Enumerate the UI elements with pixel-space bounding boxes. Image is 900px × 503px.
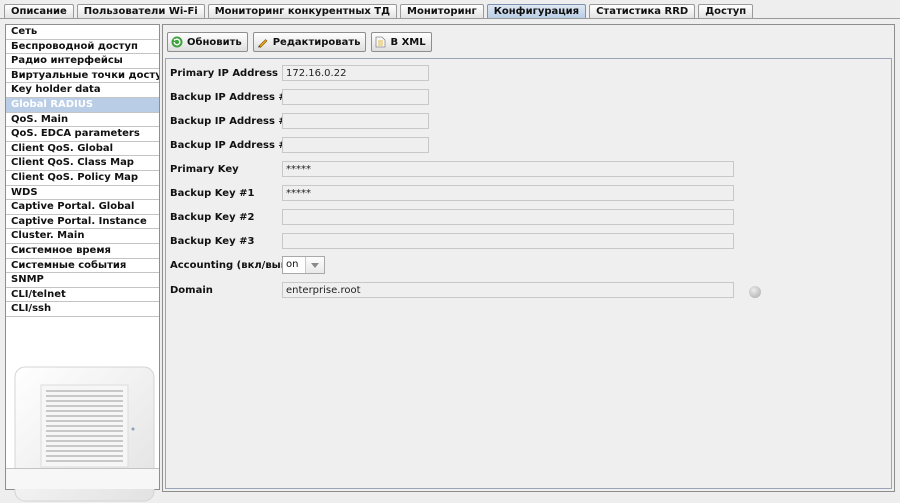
backup-key2-field[interactable] [282, 209, 734, 225]
primary-ip-field[interactable]: 172.16.0.22 [282, 65, 429, 81]
tab-divider [0, 18, 900, 19]
primary-key-field[interactable]: ***** [282, 161, 734, 177]
sidebar-item-captive-portal-instance[interactable]: Captive Portal. Instance [6, 215, 159, 230]
radius-settings-form: Primary IP Address 172.16.0.22 Backup IP… [165, 58, 892, 489]
sidebar-item-cli-telnet[interactable]: CLI/telnet [6, 288, 159, 303]
accounting-row: Accounting (вкл/выкл) on [170, 256, 325, 274]
sidebar-item-snmp[interactable]: SNMP [6, 273, 159, 288]
edit-button-label: Редактировать [272, 36, 361, 48]
backup-key3-field[interactable] [282, 233, 734, 249]
accounting-select-value: on [286, 259, 299, 270]
tab-monitoring[interactable]: Мониторинг [400, 4, 484, 18]
primary-ip-row: Primary IP Address 172.16.0.22 [170, 64, 429, 82]
refresh-icon [171, 36, 183, 48]
sidebar-item-virtual-aps[interactable]: Виртуальные точки доступа [6, 69, 159, 84]
backup-key2-label: Backup Key #2 [170, 211, 255, 223]
domain-field[interactable]: enterprise.root [282, 282, 734, 298]
tab-competitor-monitoring[interactable]: Мониторинг конкурентных ТД [207, 4, 398, 18]
backup-key3-label: Backup Key #3 [170, 235, 255, 247]
sidebar-item-global-radius[interactable]: Global RADIUS [6, 97, 159, 113]
refresh-button[interactable]: Обновить [167, 32, 248, 52]
backup-ip3-row: Backup IP Address #3 [170, 136, 429, 154]
backup-ip2-row: Backup IP Address #2 [170, 112, 429, 130]
status-indicator-icon [749, 286, 761, 298]
toolbar: Обновить Редактировать В XML [167, 32, 437, 52]
sidebar-footer [6, 468, 159, 489]
backup-ip1-label: Backup IP Address #1 [170, 91, 294, 103]
tab-wifi-users[interactable]: Пользователи Wi-Fi [76, 4, 205, 18]
backup-ip3-label: Backup IP Address #3 [170, 139, 294, 151]
sidebar-item-captive-portal-global[interactable]: Captive Portal. Global [6, 200, 159, 215]
export-xml-button[interactable]: В XML [371, 32, 432, 52]
backup-ip3-field[interactable] [282, 137, 429, 153]
backup-ip2-label: Backup IP Address #2 [170, 115, 294, 127]
domain-label: Domain [170, 284, 213, 296]
sidebar-item-client-qos-class-map[interactable]: Client QoS. Class Map [6, 156, 159, 171]
sidebar-item-system-time[interactable]: Системное время [6, 244, 159, 259]
sidebar-item-radio-interfaces[interactable]: Радио интерфейсы [6, 54, 159, 69]
document-icon [376, 36, 386, 48]
backup-key2-row: Backup Key #2 [170, 208, 734, 226]
primary-key-label: Primary Key [170, 163, 239, 175]
domain-row: Domain enterprise.root [170, 281, 734, 299]
tab-access[interactable]: Доступ [698, 4, 754, 18]
backup-ip1-field[interactable] [282, 89, 429, 105]
sidebar-item-wireless-access[interactable]: Беспроводной доступ [6, 40, 159, 55]
tab-description[interactable]: Описание [4, 4, 74, 18]
edit-button[interactable]: Редактировать [252, 32, 367, 52]
sidebar-item-network[interactable]: Сеть [6, 25, 159, 40]
pencil-icon [257, 39, 268, 48]
config-main-area: Обновить Редактировать В XML Primary IP … [162, 24, 895, 492]
accounting-label: Accounting (вкл/выкл) [170, 259, 300, 271]
sidebar-item-client-qos-global[interactable]: Client QoS. Global [6, 142, 159, 157]
primary-ip-label: Primary IP Address [170, 67, 278, 79]
backup-key1-row: Backup Key #1 ***** [170, 184, 734, 202]
backup-key3-row: Backup Key #3 [170, 232, 734, 250]
export-xml-button-label: В XML [390, 36, 426, 48]
tab-rrd-statistics[interactable]: Статистика RRD [589, 4, 696, 18]
sidebar-item-system-events[interactable]: Системные события [6, 259, 159, 274]
chevron-down-icon[interactable] [305, 257, 324, 273]
sidebar-item-key-holder-data[interactable]: Key holder data [6, 83, 159, 98]
sidebar-item-qos-edca[interactable]: QoS. EDCA parameters [6, 127, 159, 142]
config-sidebar: Сеть Беспроводной доступ Радио интерфейс… [5, 24, 160, 502]
sidebar-item-qos-main[interactable]: QoS. Main [6, 113, 159, 128]
primary-key-row: Primary Key ***** [170, 160, 734, 178]
sidebar-item-cluster-main[interactable]: Cluster. Main [6, 229, 159, 244]
accounting-select[interactable]: on [282, 256, 325, 274]
sidebar-item-wds[interactable]: WDS [6, 186, 159, 201]
top-tabs: Описание Пользователи Wi-Fi Мониторинг к… [4, 4, 756, 19]
backup-key1-field[interactable]: ***** [282, 185, 734, 201]
sidebar-item-client-qos-policy-map[interactable]: Client QoS. Policy Map [6, 171, 159, 186]
refresh-button-label: Обновить [187, 36, 242, 48]
sidebar-item-cli-ssh[interactable]: CLI/ssh [6, 302, 159, 317]
backup-ip1-row: Backup IP Address #1 [170, 88, 429, 106]
backup-ip2-field[interactable] [282, 113, 429, 129]
tab-configuration[interactable]: Конфигурация [486, 4, 587, 18]
backup-key1-label: Backup Key #1 [170, 187, 255, 199]
